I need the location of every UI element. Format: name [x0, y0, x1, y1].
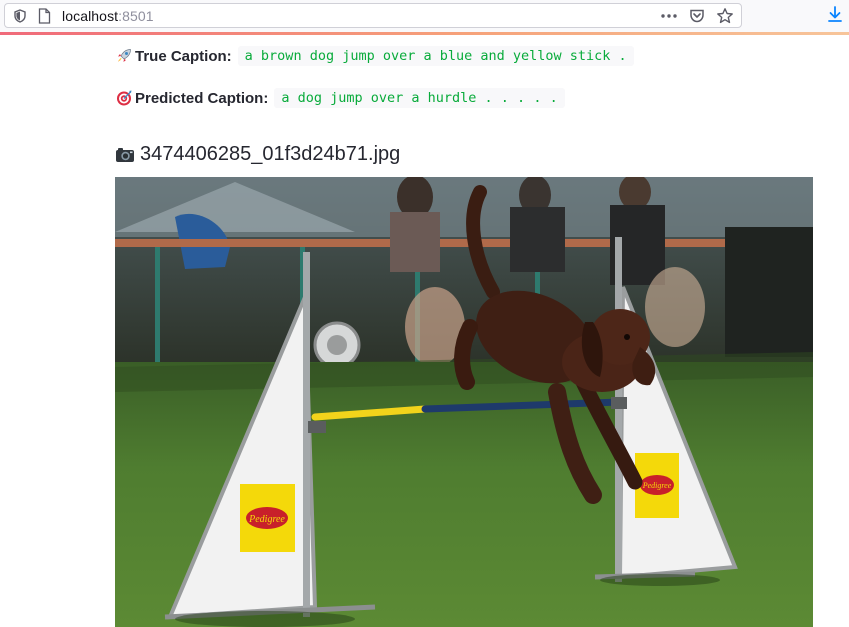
download-icon[interactable]	[827, 5, 843, 23]
dog-jump-photo: Pedigree Pedigree	[115, 177, 813, 627]
predicted-caption-text: a dog jump over a hurdle . . . . .	[274, 88, 565, 108]
page-icon	[38, 8, 51, 24]
bookmark-star-icon[interactable]	[716, 7, 734, 25]
left-pedigree-text: Pedigree	[248, 514, 285, 525]
target-icon	[117, 90, 132, 106]
predicted-caption-row: Predicted Caption: a dog jump over a hur…	[115, 88, 565, 108]
right-pedigree-text: Pedigree	[642, 481, 672, 490]
url-port: :8501	[118, 8, 154, 24]
dog-hind-leg	[454, 319, 478, 390]
left-hurdle-pole	[303, 252, 310, 617]
stick-clamp	[611, 397, 627, 409]
url-text[interactable]: localhost:8501	[62, 8, 154, 24]
ground-shadow	[600, 574, 720, 586]
cable-reel-center	[327, 335, 347, 355]
pocket-icon[interactable]	[689, 8, 705, 24]
camera-icon	[116, 147, 134, 162]
predicted-caption-label: Predicted Caption:	[135, 89, 269, 107]
image-filename: 3474406285_01f3d24b71.jpg	[140, 143, 401, 165]
rocket-icon	[118, 49, 131, 62]
shield-icon[interactable]	[14, 9, 26, 23]
true-caption-label: True Caption:	[135, 47, 232, 65]
table-leg	[155, 247, 160, 377]
spectator-legs	[645, 267, 705, 347]
more-icon[interactable]	[660, 9, 678, 23]
browser-toolbar: localhost:8501	[0, 0, 849, 35]
true-caption-text: a brown dog jump over a blue and yellow …	[237, 46, 634, 66]
ground-shadow	[175, 611, 355, 627]
image-filename-heading: 3474406285_01f3d24b71.jpg	[115, 143, 400, 166]
url-field[interactable]: localhost:8501	[4, 3, 742, 28]
spectator-body	[390, 212, 440, 272]
spectator-dark	[725, 227, 813, 357]
true-caption-row: True Caption: a brown dog jump over a bl…	[115, 46, 634, 66]
table-top	[115, 239, 813, 247]
toolbar-accent-line	[0, 32, 849, 35]
dog-eye	[624, 334, 630, 340]
stick-clamp	[308, 421, 326, 433]
spectator-body	[510, 207, 565, 272]
right-hurdle-pole	[615, 237, 622, 582]
url-host: localhost	[62, 8, 119, 24]
